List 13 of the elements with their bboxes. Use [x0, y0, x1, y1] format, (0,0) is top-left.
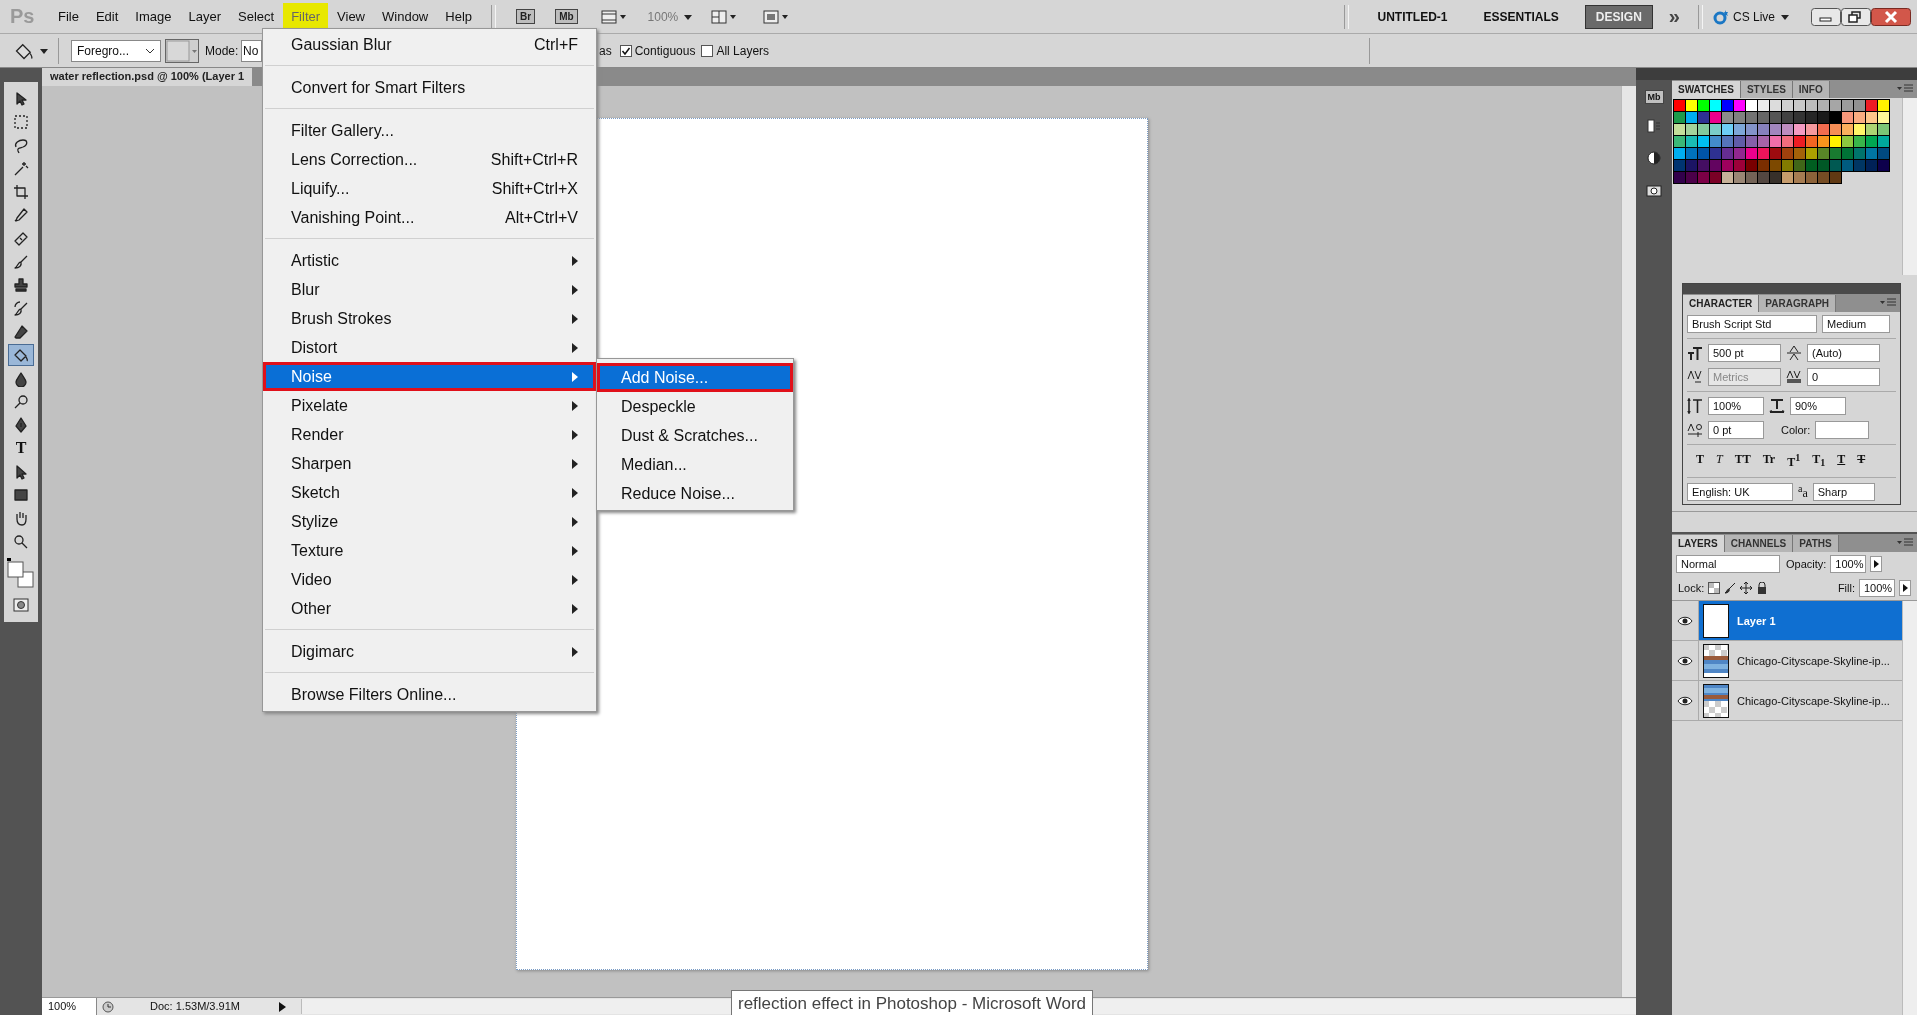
document-info: Doc: 1.53M/3.91M	[149, 999, 241, 1014]
mode-label: Mode:	[205, 43, 239, 58]
app-logo: Ps	[10, 5, 36, 28]
layer-name: Chicago-Cityscape-Skyline-ip...	[1737, 654, 1890, 667]
color-label: Color:	[1781, 424, 1811, 436]
opacity-label: Opacity:	[1786, 558, 1827, 570]
taskbar-tooltip: reflection effect in Photoshop - Microsoft Word	[731, 990, 1094, 1015]
anti-alias-label: as	[599, 43, 612, 58]
anti-alias-icon: $^{a}$a	[1798, 483, 1808, 501]
fill-label: Fill:	[1837, 582, 1855, 594]
layer-name: Layer 1	[1737, 614, 1776, 627]
lock-label: Lock:	[1678, 582, 1705, 594]
layer-name: Chicago-Cityscape-Skyline-ip...	[1737, 694, 1890, 707]
